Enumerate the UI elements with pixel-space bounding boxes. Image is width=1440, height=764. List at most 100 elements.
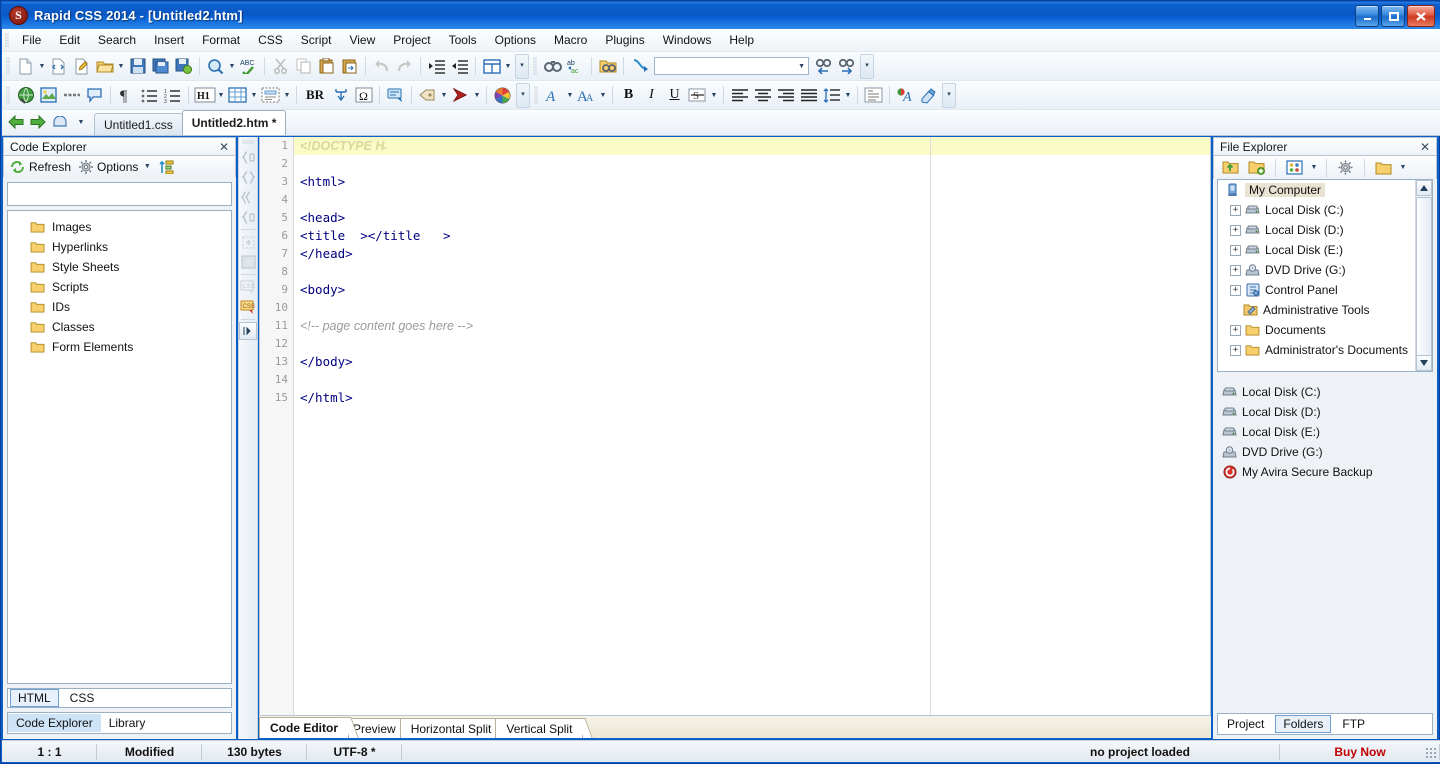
code-editor[interactable]: 1 2 3 4 5 6 7 8 9 10 11 12 13 14 15 <!DO…: [259, 137, 1211, 716]
css-active-icon[interactable]: CSS: [239, 297, 257, 317]
toolbar-grip-4[interactable]: [534, 86, 538, 104]
buy-now-link[interactable]: Buy Now: [1280, 741, 1440, 763]
tab-ftp[interactable]: FTP: [1335, 716, 1372, 732]
align-center-icon[interactable]: [751, 84, 774, 107]
tag-dropdown[interactable]: ▼: [439, 84, 449, 107]
expander-icon[interactable]: +: [1230, 344, 1241, 356]
line-break-icon[interactable]: BR: [301, 84, 329, 107]
editor-text-area[interactable]: <!DOCTYPE H̵ <html> <head> <title ></tit…: [294, 137, 1210, 715]
font-dropdown[interactable]: ▼: [565, 84, 575, 107]
tree-item-hyperlinks[interactable]: Hyperlinks: [8, 237, 231, 257]
insert-hyperlink-icon[interactable]: [14, 84, 37, 107]
window-list-icon[interactable]: [52, 116, 70, 128]
menu-options[interactable]: Options: [486, 30, 545, 50]
new-folder-icon[interactable]: [1245, 156, 1268, 179]
fe-list-item-local-disk-c[interactable]: Local Disk (C:): [1217, 382, 1433, 402]
new-from-template-icon[interactable]: [47, 55, 70, 78]
highlight-color-icon[interactable]: [917, 84, 940, 107]
save-all-icon[interactable]: [149, 55, 172, 78]
document-tab-untitled2-htm[interactable]: Untitled2.htm *: [181, 110, 287, 135]
fe-item-local-disk-e[interactable]: + Local Disk (E:): [1218, 240, 1432, 260]
expand-panel-icon[interactable]: [239, 322, 257, 340]
table-dropdown[interactable]: ▼: [249, 84, 259, 107]
insert-image-icon[interactable]: [37, 84, 60, 107]
strikethrough-dropdown[interactable]: ▼: [709, 84, 719, 107]
line-spacing-icon[interactable]: [820, 84, 843, 107]
tree-item-images[interactable]: Images: [8, 217, 231, 237]
align-right-icon[interactable]: [774, 84, 797, 107]
search-combobox[interactable]: ▼: [654, 57, 809, 75]
tree-item-classes[interactable]: Classes: [8, 317, 231, 337]
underline-icon[interactable]: U: [663, 84, 686, 107]
css-box-icon[interactable]: [239, 252, 257, 272]
fe-list-item-dvd-drive-g[interactable]: DVD Drive (G:): [1217, 442, 1433, 462]
fe-list-item-local-disk-e[interactable]: Local Disk (E:): [1217, 422, 1433, 442]
forward-arrow-icon[interactable]: [30, 115, 46, 129]
fe-item-local-disk-c[interactable]: + Local Disk (C:): [1218, 200, 1432, 220]
indent-decrease-icon[interactable]: [448, 55, 471, 78]
settings-gear-icon[interactable]: [1334, 156, 1357, 179]
undo-icon[interactable]: [370, 55, 393, 78]
heading-icon[interactable]: H1: [193, 84, 216, 107]
tab-project[interactable]: Project: [1220, 716, 1271, 732]
up-folder-icon[interactable]: [1219, 156, 1242, 179]
menu-search[interactable]: Search: [89, 30, 145, 50]
indent-increase-icon[interactable]: [425, 55, 448, 78]
text-color-icon[interactable]: A: [894, 84, 917, 107]
toolbar-overflow-button-2[interactable]: ▾: [860, 53, 874, 79]
line-spacing-dropdown[interactable]: ▼: [843, 84, 853, 107]
back-arrow-icon[interactable]: [8, 115, 24, 129]
goto-icon[interactable]: [628, 55, 651, 78]
spellcheck-icon[interactable]: ABC: [237, 55, 260, 78]
expander-icon[interactable]: +: [1230, 204, 1241, 216]
paste-special-icon[interactable]: [338, 55, 361, 78]
copy-icon[interactable]: [292, 55, 315, 78]
fe-list-item-local-disk-d[interactable]: Local Disk (D:): [1217, 402, 1433, 422]
sort-az-icon[interactable]: [158, 160, 174, 174]
expander-icon[interactable]: +: [1230, 244, 1241, 256]
maximize-button[interactable]: [1381, 5, 1405, 27]
file-explorer-scrollbar[interactable]: [1415, 180, 1432, 371]
open-dropdown[interactable]: ▼: [116, 55, 126, 78]
window-list-dropdown[interactable]: ▼: [76, 111, 86, 134]
font-size-icon[interactable]: AA: [575, 84, 598, 107]
open-folder-icon[interactable]: [93, 55, 116, 78]
new-document-icon[interactable]: [14, 55, 37, 78]
code-explorer-filter-input[interactable]: [7, 182, 232, 206]
menu-edit[interactable]: Edit: [50, 30, 89, 50]
bold-icon[interactable]: B: [617, 84, 640, 107]
replace-icon[interactable]: ab ac: [564, 55, 587, 78]
close-icon[interactable]: ✕: [217, 140, 231, 154]
split-view-dropdown[interactable]: ▼: [503, 55, 513, 78]
table-icon[interactable]: [226, 84, 249, 107]
toolbar-overflow-button-3[interactable]: ▾: [516, 82, 530, 108]
paragraph-icon[interactable]: ¶: [115, 84, 138, 107]
refresh-label[interactable]: Refresh: [29, 160, 71, 174]
tab-html[interactable]: HTML: [10, 689, 59, 707]
tree-item-style-sheets[interactable]: Style Sheets: [8, 257, 231, 277]
toolbar-grip-2[interactable]: [533, 57, 537, 75]
tab-code-explorer[interactable]: Code Explorer: [8, 714, 101, 732]
menu-view[interactable]: View: [340, 30, 384, 50]
insert-comment-icon[interactable]: [83, 84, 106, 107]
heading-dropdown[interactable]: ▼: [216, 84, 226, 107]
horizontal-rule-icon[interactable]: [60, 84, 83, 107]
find-next-icon[interactable]: [835, 55, 858, 78]
color-picker-icon[interactable]: [491, 84, 514, 107]
find-previous-icon[interactable]: [812, 55, 835, 78]
fe-item-documents[interactable]: + Documents: [1218, 320, 1432, 340]
font-size-dropdown[interactable]: ▼: [598, 84, 608, 107]
bookmark-icon[interactable]: [449, 84, 472, 107]
tab-horizontal-split[interactable]: Horizontal Split: [399, 718, 513, 738]
sidebar-grip[interactable]: [242, 140, 254, 144]
unordered-list-icon[interactable]: [138, 84, 161, 107]
menu-insert[interactable]: Insert: [145, 30, 193, 50]
preview-zoom-icon[interactable]: [204, 55, 227, 78]
menu-css[interactable]: CSS: [249, 30, 292, 50]
font-icon[interactable]: A: [542, 84, 565, 107]
tab-folders[interactable]: Folders: [1275, 715, 1332, 733]
options-dropdown[interactable]: ▼: [142, 155, 152, 178]
file-explorer-tree[interactable]: My Computer + Local Disk (C:) + Local Di…: [1217, 179, 1433, 372]
view-mode-icon[interactable]: [1283, 156, 1306, 179]
redo-icon[interactable]: [393, 55, 416, 78]
